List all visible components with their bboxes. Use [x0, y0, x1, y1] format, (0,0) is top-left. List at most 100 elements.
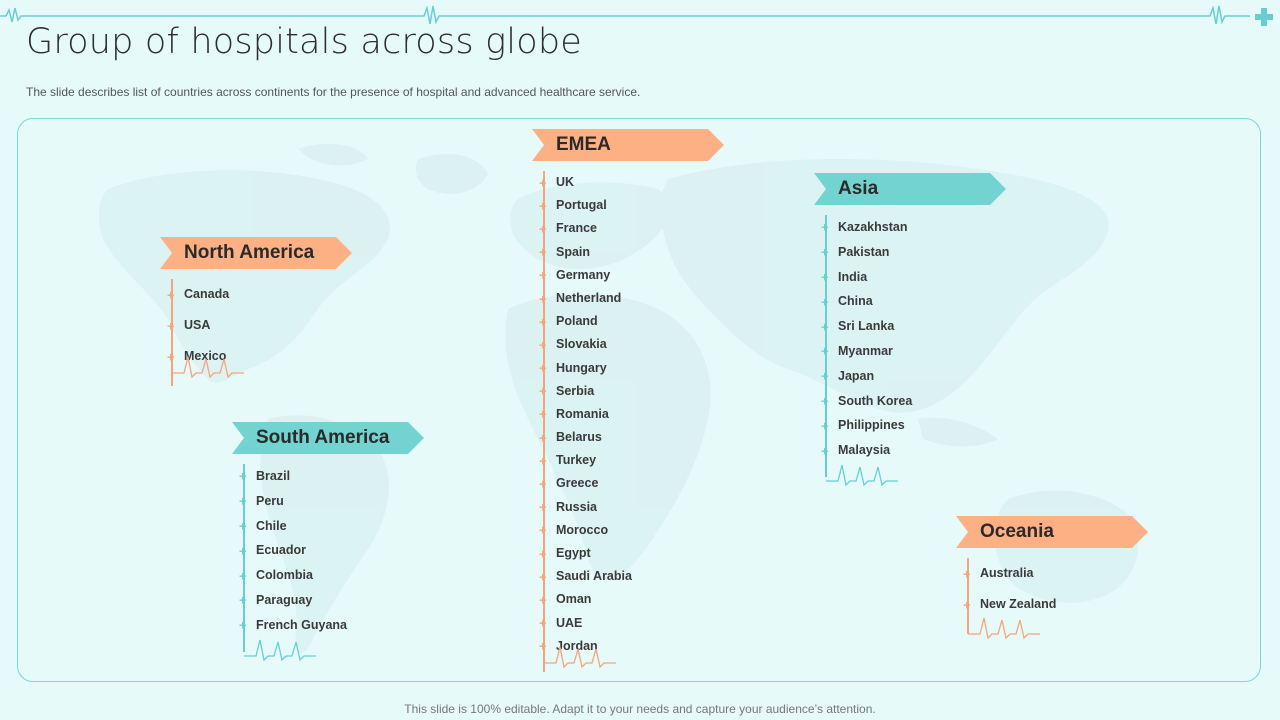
region-asia: Asia + Kazakhstan + Pakistan + India + China + Sr…	[814, 173, 1006, 487]
country-item: + USA	[160, 310, 352, 341]
country-label: Hungary	[556, 360, 607, 375]
country-label: Belarus	[556, 430, 602, 445]
country-item: + Oman	[532, 588, 724, 611]
region-emea: EMEA + UK + Portugal + France + Spain + Germany + N…	[532, 129, 724, 672]
country-item: + Kazakhstan	[814, 215, 1006, 240]
country-label: Netherland	[556, 290, 622, 305]
country-label: Pakistan	[838, 244, 890, 259]
country-label: Philippines	[838, 418, 905, 433]
country-item: + Germany	[532, 264, 724, 287]
plus-icon: +	[963, 597, 971, 612]
country-item: + Chile	[232, 514, 424, 539]
country-label: Poland	[556, 314, 598, 329]
plus-icon: +	[821, 443, 829, 459]
country-label: India	[838, 269, 868, 284]
country-item: + Egypt	[532, 542, 724, 565]
country-label: Paraguay	[256, 592, 313, 607]
country-label: Romania	[556, 406, 609, 421]
country-label: Colombia	[256, 568, 313, 583]
plus-icon: +	[821, 418, 829, 434]
plus-icon: +	[539, 499, 547, 515]
country-item: + Saudi Arabia	[532, 565, 724, 588]
country-label: Ecuador	[256, 543, 307, 558]
page-title: Group of hospitals across globe	[26, 22, 582, 62]
plus-icon: +	[539, 291, 547, 307]
country-list-oceania: + Australia + New Zealand	[956, 558, 1148, 634]
region-banner-asia: Asia	[814, 173, 1006, 205]
heartbeat-line-icon	[244, 639, 316, 662]
plus-icon: +	[539, 383, 547, 399]
country-item: + Ecuador	[232, 538, 424, 563]
country-item: + Canada	[160, 279, 352, 310]
country-item: + Russia	[532, 496, 724, 519]
plus-icon: +	[821, 294, 829, 310]
country-label: Brazil	[256, 469, 291, 483]
plus-icon: +	[821, 368, 829, 384]
country-label: Kazakhstan	[838, 220, 908, 234]
country-item: + Australia	[956, 558, 1148, 589]
country-item: + Peru	[232, 489, 424, 514]
country-item: + France	[532, 217, 724, 240]
plus-icon: +	[821, 319, 829, 335]
country-item: + Paraguay	[232, 588, 424, 613]
heartbeat-line-icon	[544, 646, 616, 669]
country-item: + India	[814, 265, 1006, 290]
country-label: Egypt	[556, 546, 591, 560]
country-item: + Poland	[532, 310, 724, 333]
country-label: Morocco	[556, 522, 609, 537]
plus-icon: +	[539, 244, 547, 260]
country-item: + Sri Lanka	[814, 314, 1006, 339]
plus-icon: +	[539, 314, 547, 330]
plus-icon: +	[539, 430, 547, 446]
country-label: French Guyana	[256, 617, 347, 632]
region-banner-south-america: South America	[232, 422, 424, 454]
country-list-emea: + UK + Portugal + France + Spain + Germany + Nether…	[532, 171, 724, 672]
country-label: UAE	[556, 615, 583, 630]
country-label: Saudi Arabia	[556, 569, 632, 584]
country-label: New Zealand	[980, 597, 1057, 611]
region-oceania: Oceania + Australia + New Zealand	[956, 516, 1148, 640]
country-label: Oman	[556, 592, 592, 607]
heartbeat-line-icon	[172, 357, 244, 379]
country-label: Greece	[556, 476, 599, 491]
plus-icon: +	[539, 360, 547, 376]
country-item: + Pakistan	[814, 240, 1006, 265]
plus-icon: +	[539, 569, 547, 585]
country-item: + South Korea	[814, 389, 1006, 414]
country-item: + Hungary	[532, 357, 724, 380]
country-item: + Colombia	[232, 563, 424, 588]
plus-icon: +	[239, 617, 247, 633]
country-item: + Japan	[814, 364, 1006, 389]
country-list-asia: + Kazakhstan + Pakistan + India + China + Sri Lan…	[814, 215, 1006, 477]
footer-note: This slide is 100% editable. Adapt it to…	[404, 702, 876, 716]
plus-icon: +	[539, 592, 547, 608]
country-label: Australia	[980, 566, 1034, 580]
country-label: France	[556, 221, 597, 236]
plus-icon: +	[821, 343, 829, 359]
plus-icon: +	[539, 198, 547, 214]
heartbeat-line-icon	[826, 464, 898, 487]
country-item: + Greece	[532, 472, 724, 495]
plus-icon: +	[821, 219, 829, 235]
plus-icon: +	[963, 566, 971, 581]
plus-icon: +	[239, 568, 247, 584]
country-item: + Philippines	[814, 413, 1006, 438]
country-label: Russia	[556, 499, 597, 514]
country-item: + Brazil	[232, 464, 424, 489]
country-label: Malaysia	[838, 443, 891, 458]
country-label: Sri Lanka	[838, 319, 895, 334]
country-label: Myanmar	[838, 343, 893, 358]
country-list-south-america: + Brazil + Peru + Chile + Ecuador + Colombia + Para…	[232, 464, 424, 652]
plus-icon: +	[539, 337, 547, 353]
plus-icon: +	[821, 244, 829, 260]
plus-icon: +	[539, 522, 547, 538]
plus-icon: +	[167, 318, 175, 333]
plus-icon: +	[539, 175, 547, 191]
country-item: + Portugal	[532, 194, 724, 217]
country-label: South Korea	[838, 393, 913, 408]
plus-icon: +	[239, 468, 247, 484]
country-label: UK	[556, 175, 575, 189]
country-label: Japan	[838, 368, 875, 383]
plus-icon: +	[239, 543, 247, 559]
plus-icon: +	[239, 493, 247, 509]
